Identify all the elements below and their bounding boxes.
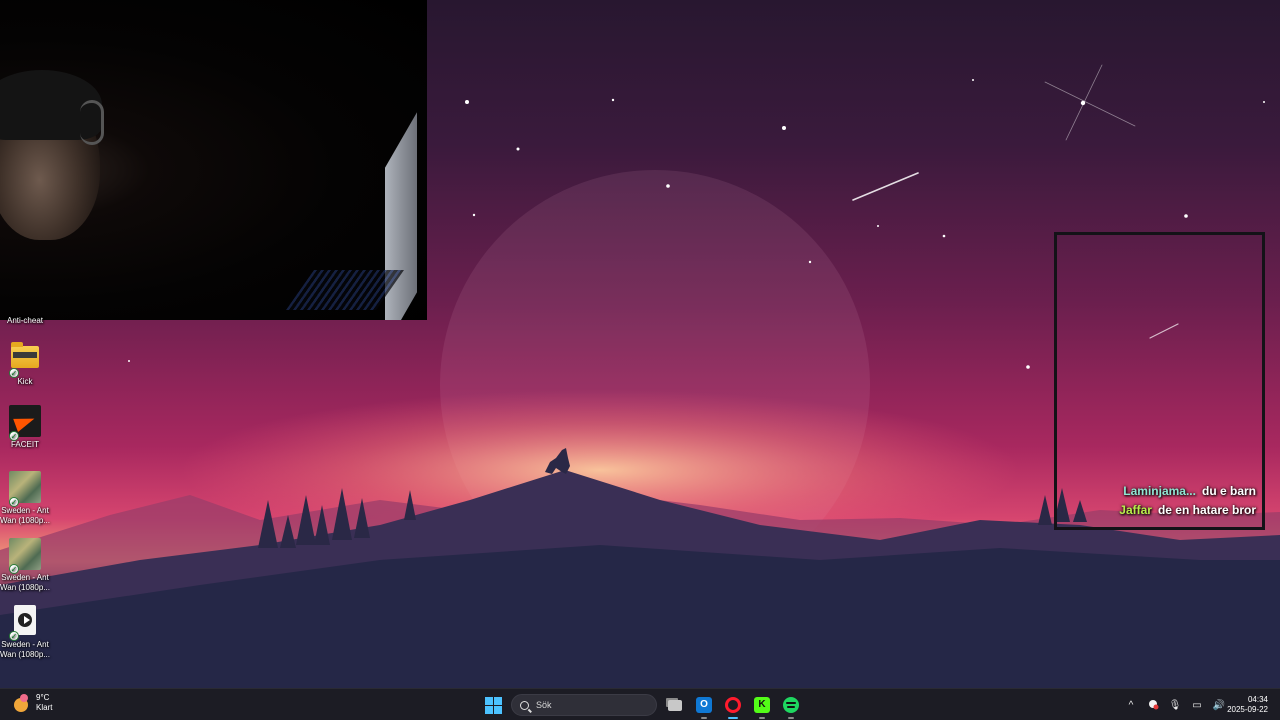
taskbar-search[interactable]: Sök — [511, 694, 657, 716]
sync-check-icon: ✓ — [9, 497, 19, 507]
weather-sun-icon — [12, 694, 30, 712]
desktop-icon-label: Anti-cheat — [6, 316, 44, 325]
video-thumbnail-icon: ✓ — [9, 471, 41, 507]
running-indicator — [759, 717, 765, 719]
desktop-icon-sweden-2[interactable]: ✓ Sweden - Ant Wan (1080p... — [0, 538, 50, 593]
chat-username: Jaffar — [1119, 503, 1152, 517]
desktop-icon-anticheat[interactable]: Anti-cheat — [0, 316, 50, 326]
windows-logo-icon — [484, 696, 502, 714]
faceit-icon: ✓ — [9, 405, 41, 441]
chat-overlay: Laminjama... du e barn Jaffar de en hata… — [1054, 232, 1265, 530]
chat-text: de en hatare bror — [1157, 503, 1256, 517]
desktop-icon-sweden-3[interactable]: ✓ Sweden - Ant Wan (1080p... — [0, 605, 50, 660]
network-icon[interactable]: ▭ — [1190, 700, 1204, 711]
search-placeholder: Sök — [536, 700, 552, 710]
desktop-icon-label: Sweden - Ant Wan (1080p... — [0, 506, 50, 525]
video-file-icon: ✓ — [9, 605, 41, 641]
system-tray: ^ 🎙 ▭ 🔊 — [1124, 694, 1226, 716]
headphone — [80, 100, 104, 145]
desktop-icon-label: Sweden - Ant Wan (1080p... — [0, 640, 50, 659]
clock-time: 04:34 — [1247, 695, 1268, 704]
sync-check-icon: ✓ — [9, 564, 19, 574]
sync-check-icon: ✓ — [9, 431, 19, 441]
taskbar-apps: Sök O K — [482, 693, 802, 719]
sync-check-icon: ✓ — [9, 631, 19, 641]
chat-messages: Laminjama... du e barn Jaffar de en hata… — [1063, 479, 1256, 517]
taskbar-app-opera-gx[interactable] — [722, 694, 744, 719]
outlook-icon: O — [696, 697, 712, 713]
running-indicator — [701, 717, 707, 719]
taskbar: 9°C Klart Sök O K ^ 🎙 ▭ 🔊 04:34 2025-09-… — [0, 688, 1280, 720]
chat-username: Laminjama... — [1123, 484, 1196, 498]
taskbar-app-spotify[interactable] — [780, 694, 802, 719]
spotify-icon — [783, 697, 799, 713]
weather-widget[interactable]: 9°C Klart — [12, 693, 52, 713]
video-thumbnail-icon: ✓ — [9, 538, 41, 574]
clock-date: 2025-09-22 — [1227, 705, 1268, 714]
chat-message: Laminjama... du e barn — [1063, 484, 1256, 498]
desktop-icon-label: Sweden - Ant Wan (1080p... — [0, 573, 50, 592]
running-indicator — [788, 717, 794, 719]
volume-icon[interactable]: 🔊 — [1212, 700, 1226, 711]
microphone-icon[interactable]: 🎙 — [1168, 700, 1182, 711]
chevron-up-icon[interactable]: ^ — [1124, 700, 1138, 711]
tray-app-icon[interactable] — [1146, 698, 1160, 713]
opera-icon — [725, 697, 741, 713]
chat-text: du e barn — [1201, 484, 1256, 498]
weather-condition: Klart — [36, 703, 53, 712]
weather-temp: 9°C — [36, 693, 50, 702]
start-button[interactable] — [482, 694, 504, 716]
running-indicator — [728, 717, 738, 719]
search-icon — [520, 700, 529, 710]
taskbar-clock[interactable]: 04:34 2025-09-22 — [1227, 695, 1268, 715]
taskbar-app-kick[interactable]: K — [751, 694, 773, 719]
desktop-icon-faceit[interactable]: ✓ FACEIT — [0, 405, 50, 450]
kick-icon: K — [754, 697, 770, 713]
webcam-overlay — [0, 0, 427, 320]
sync-check-icon: ✓ — [9, 368, 19, 378]
task-view-icon — [668, 699, 682, 711]
taskbar-app-outlook[interactable]: O — [693, 694, 715, 719]
desktop-icon-sweden-1[interactable]: ✓ Sweden - Ant Wan (1080p... — [0, 471, 50, 526]
chat-message: Jaffar de en hatare bror — [1063, 503, 1256, 517]
folder-icon: ✓ — [9, 342, 41, 378]
taskbar-app-task-view[interactable] — [664, 694, 686, 716]
desktop-icon-label: Kick — [17, 377, 33, 386]
desktop-icon-kick[interactable]: ✓ Kick — [0, 342, 50, 387]
